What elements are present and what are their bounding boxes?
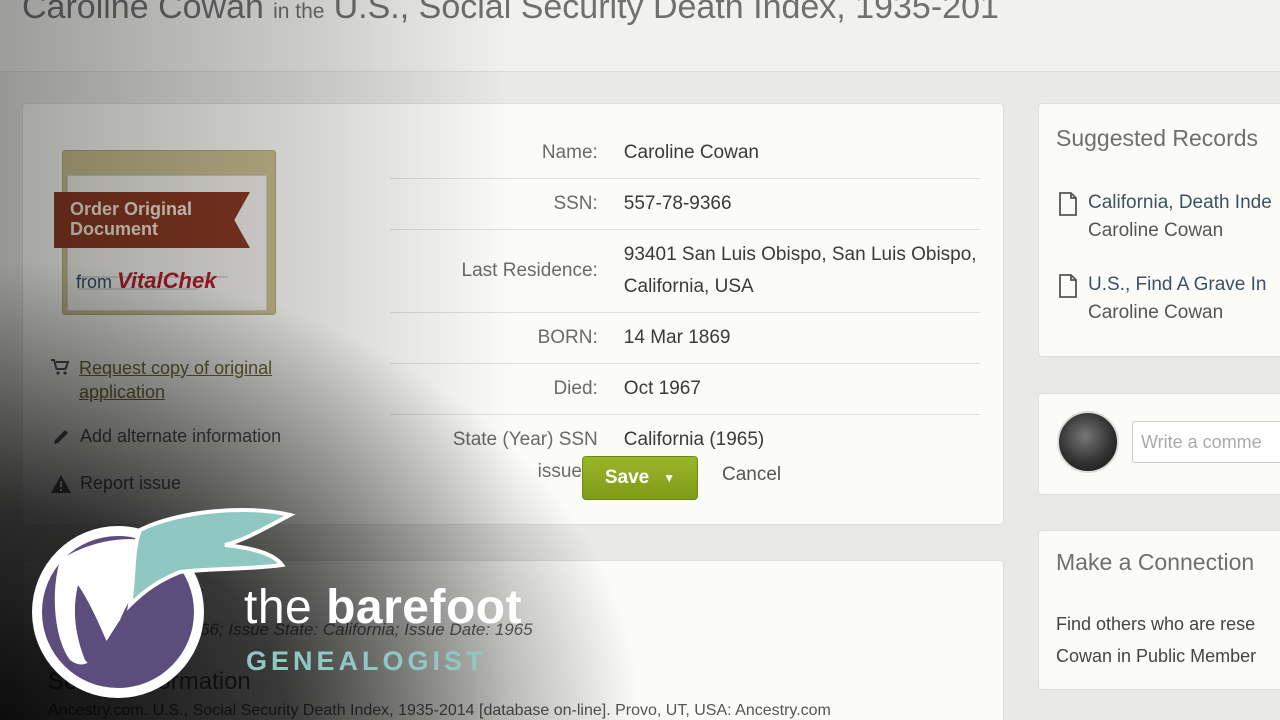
logo-word-the: the [244,581,313,634]
save-button[interactable]: Save ▼ [582,456,698,500]
add-alternate-info-link[interactable]: Add alternate information [50,426,281,448]
detail-row-last-residence: Last Residence: 93401 San Luis Obispo, S… [390,230,980,313]
suggested-record-title[interactable]: California, Death Inde [1088,192,1272,214]
request-copy-link[interactable]: Request copy of original application [50,356,350,404]
detail-row-born: BORN: 14 Mar 1869 [390,313,980,364]
detail-value: 557-78-9366 [623,193,732,214]
save-button-label: Save [604,467,650,488]
report-issue-label[interactable]: Report issue [80,473,181,494]
detail-label: BORN: [537,327,598,348]
document-icon [1059,192,1077,216]
warning-icon [50,473,72,495]
vitalchek-from: from [76,272,112,292]
detail-label: Last Residence: [461,260,598,281]
order-document-ribbon[interactable]: Order Original Document [54,192,250,248]
detail-label: SSN: [553,193,598,214]
logo-wordmark: the barefoot [244,580,522,635]
document-icon [1059,274,1077,298]
suggested-record-item[interactable]: California, Death Inde Caroline Cowan [1058,192,1272,242]
page-header: Caroline Cowan in the U.S., Social Secur… [0,0,1280,72]
record-name: Caroline Cowan [22,0,264,26]
caret-down-icon[interactable]: ▼ [663,471,675,485]
request-copy-label[interactable]: Request copy of original application [79,356,350,404]
suggested-record-name: Caroline Cowan [1088,220,1224,241]
detail-row-name: Name: Caroline Cowan [390,128,980,179]
comment-input[interactable]: Write a comme [1132,421,1280,463]
vitalchek-brand: VitalChek [117,268,217,293]
make-connection-line: Cowan in Public Member [1056,646,1257,666]
record-details-table: Name: Caroline Cowan SSN: 557-78-9366 La… [390,128,980,497]
make-connection-text: Find others who are rese Cowan in Public… [1056,608,1256,672]
avatar [1057,411,1119,473]
logo-subtitle: GENEALOGIST [246,646,487,676]
suggested-record-title[interactable]: U.S., Find A Grave In [1088,274,1266,296]
make-connection-line: Find others who are rese [1056,614,1256,634]
detail-label: State (Year) SSN issued: [452,429,598,482]
page-title: Caroline Cowan in the U.S., Social Secur… [22,0,999,27]
cancel-link[interactable]: Cancel [722,464,781,486]
detail-value: Oct 1967 [623,378,701,399]
pencil-icon [50,426,72,448]
title-connector: in the [273,0,325,23]
cart-icon [50,356,71,378]
detail-value: Caroline Cowan [623,142,759,163]
suggested-record-name: Caroline Cowan [1088,302,1224,323]
detail-label: Name: [541,142,598,163]
detail-row-ssn: SSN: 557-78-9366 [390,179,980,230]
detail-label: Died: [553,378,598,399]
collection-name[interactable]: U.S., Social Security Death Index, 1935-… [334,0,999,26]
vitalchek-logo: from VitalChek [76,268,216,294]
suggested-record-item[interactable]: U.S., Find A Grave In Caroline Cowan [1058,274,1266,324]
detail-value: 93401 San Luis Obispo, San Luis Obispo, … [623,244,977,297]
detail-row-died: Died: Oct 1967 [390,364,980,415]
logo-word-barefoot: barefoot [326,581,523,634]
report-issue-link[interactable]: Report issue [50,473,181,495]
make-connection-title: Make a Connection [1056,549,1255,575]
add-alternate-info-label[interactable]: Add alternate information [80,426,281,447]
detail-value: 14 Mar 1869 [623,327,731,348]
suggested-records-title: Suggested Records [1056,125,1259,151]
